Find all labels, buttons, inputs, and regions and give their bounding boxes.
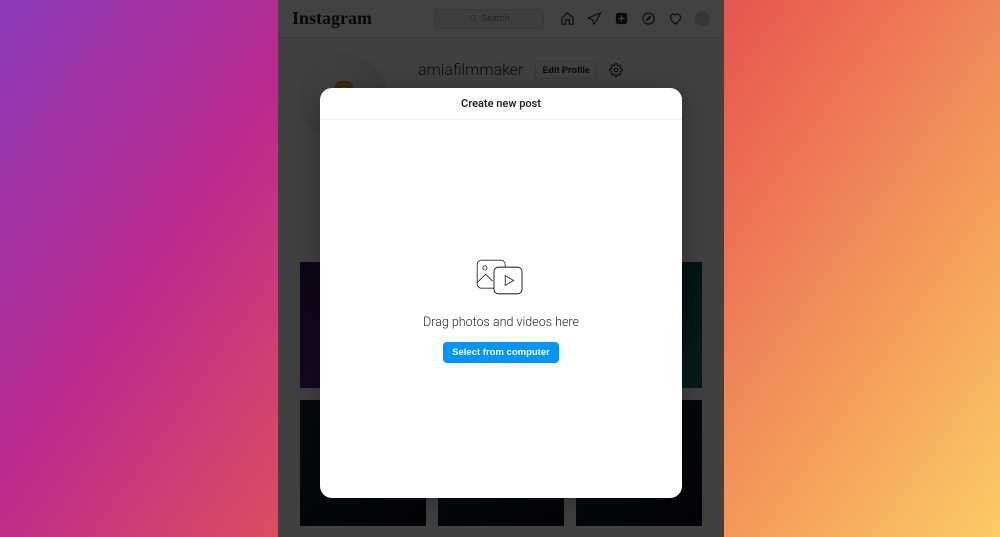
create-post-modal: Create new post Drag photos and videos h… [320, 88, 682, 498]
select-from-computer-button[interactable]: Select from computer [443, 342, 559, 363]
upload-dropzone[interactable]: Drag photos and videos here Select from … [320, 120, 682, 498]
gradient-stage: Instagram Search [0, 0, 1000, 537]
modal-title: Create new post [320, 88, 682, 120]
drop-instruction-text: Drag photos and videos here [423, 315, 579, 330]
media-upload-icon [473, 255, 529, 303]
